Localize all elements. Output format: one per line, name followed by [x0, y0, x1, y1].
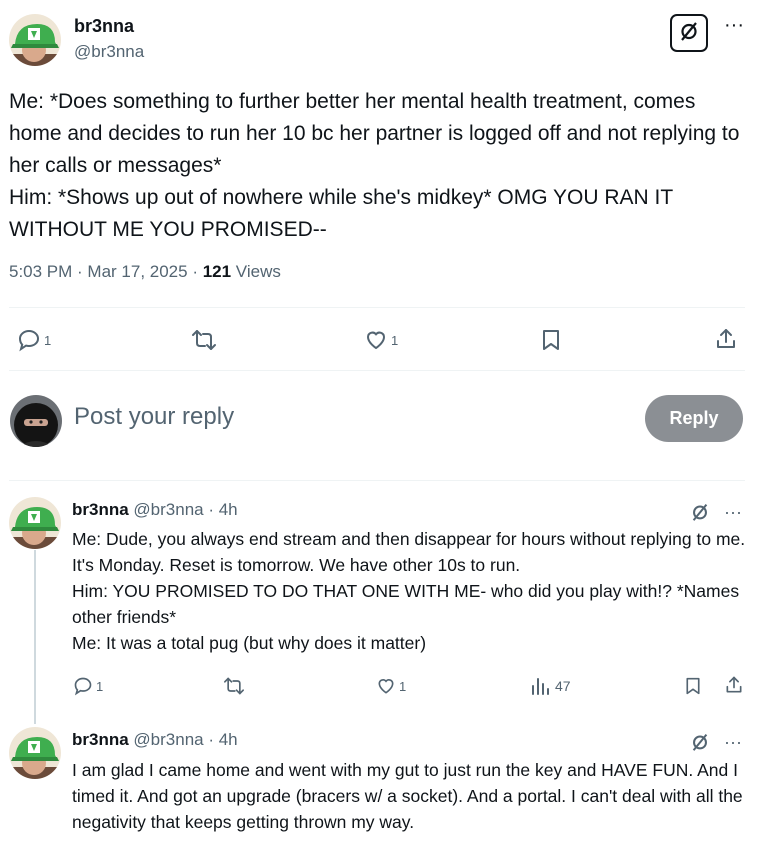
views-count: 121 [202, 262, 232, 281]
share-upload-icon [724, 675, 744, 695]
repost-button[interactable] [222, 676, 246, 696]
author-name[interactable]: br3nna [74, 16, 134, 37]
views-label: Views [231, 262, 281, 281]
post-meta: 5:03 PM · Mar 17, 2025 · 121 Views [9, 262, 281, 282]
heart-icon [364, 328, 388, 352]
divider [9, 480, 745, 481]
grok-icon[interactable] [689, 501, 711, 523]
reply-text: Me: Dude, you always end stream and then… [72, 529, 746, 653]
share-button[interactable] [714, 327, 738, 351]
reply-handle-time[interactable]: @br3nna · 4h [133, 500, 237, 519]
bookmark-icon [540, 328, 562, 352]
more-options-button[interactable]: ··· [722, 14, 746, 40]
reply-button[interactable]: 1 [17, 328, 51, 352]
repost-button[interactable] [190, 328, 218, 352]
bar-chart-icon [530, 676, 550, 696]
reply-author-avatar[interactable] [9, 497, 61, 549]
ellipsis-icon[interactable]: ··· [721, 503, 745, 525]
like-count: 1 [391, 332, 399, 348]
reply-header: br3nna @br3nna · 4h [72, 730, 238, 750]
views-count: 47 [555, 678, 571, 694]
post-text: Me: *Does something to further better he… [9, 90, 740, 241]
reply-button[interactable]: 1 [73, 676, 103, 696]
reply-author-avatar[interactable] [9, 727, 61, 779]
bookmark-button[interactable] [540, 328, 562, 352]
repost-arrows-icon [222, 676, 246, 696]
reply-handle-time[interactable]: @br3nna · 4h [133, 730, 237, 749]
bookmark-button[interactable] [684, 676, 702, 696]
divider [9, 307, 745, 308]
reply-header: br3nna @br3nna · 4h [72, 500, 238, 520]
reply-text: I am glad I came home and went with my g… [72, 760, 743, 832]
grok-icon[interactable] [689, 731, 711, 753]
author-avatar[interactable] [9, 14, 61, 66]
divider [9, 370, 745, 371]
author-handle[interactable]: @br3nna [74, 42, 144, 62]
speech-bubble-icon [17, 328, 41, 352]
like-button[interactable]: 1 [376, 676, 406, 696]
reply-count: 1 [44, 332, 52, 348]
share-button[interactable] [724, 675, 744, 695]
reply-input[interactable]: Post your reply [74, 403, 234, 431]
ellipsis-icon[interactable]: ··· [721, 733, 745, 755]
speech-bubble-icon [73, 676, 93, 696]
share-upload-icon [714, 327, 738, 351]
grok-button[interactable] [670, 14, 708, 52]
bookmark-icon [684, 676, 702, 696]
repost-arrows-icon [190, 328, 218, 352]
views-button[interactable]: 47 [530, 676, 571, 696]
like-count: 1 [399, 678, 407, 694]
grok-icon [677, 19, 701, 48]
thread-connector-line [34, 550, 36, 724]
ellipsis-icon: ··· [724, 14, 744, 36]
reply-submit-button[interactable]: Reply [645, 395, 743, 442]
like-button[interactable]: 1 [364, 328, 398, 352]
post-timestamp[interactable]: 5:03 PM · Mar 17, 2025 · [9, 262, 203, 281]
heart-icon [376, 676, 396, 696]
reply-count: 1 [96, 678, 104, 694]
reply-author-name[interactable]: br3nna [72, 500, 129, 519]
current-user-avatar[interactable] [10, 395, 62, 447]
reply-author-name[interactable]: br3nna [72, 730, 129, 749]
